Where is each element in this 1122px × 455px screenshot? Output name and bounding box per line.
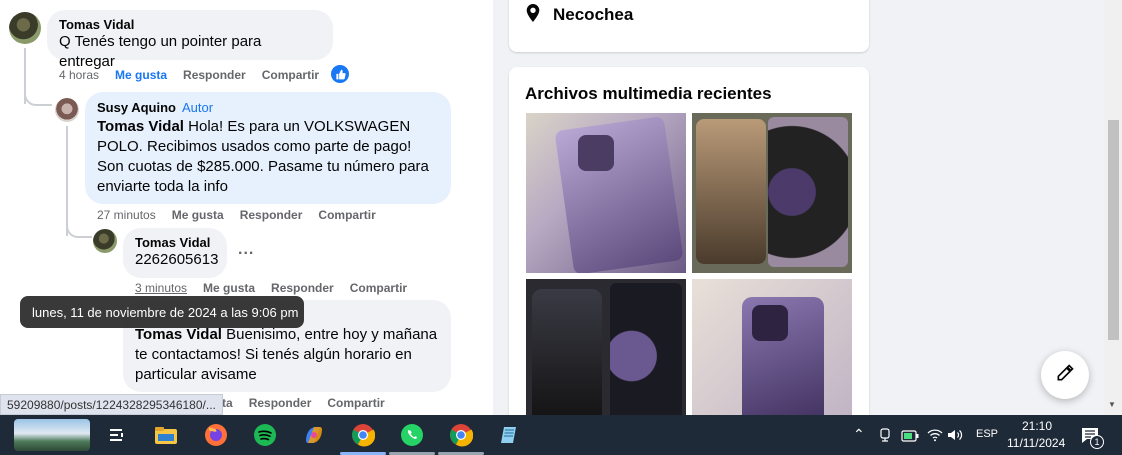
wifi-icon[interactable] (927, 428, 943, 447)
media-thumbnail[interactable] (526, 113, 686, 273)
comment-time[interactable]: 3 minutos (135, 281, 187, 295)
mention-link[interactable]: Tomas Vidal (97, 118, 184, 135)
battery-icon[interactable] (901, 429, 919, 447)
status-bar-url: 59209880/posts/1224328295346180/... (0, 394, 223, 415)
chrome-profile-icon[interactable] (445, 419, 477, 451)
comment-bubble: Susy Aquino Autor Tomas Vidal Hola! Es pa… (85, 92, 451, 204)
comment-text: Tomas Vidal Buenisimo, entre hoy y mañan… (135, 325, 439, 385)
notification-count-badge: 1 (1090, 435, 1104, 449)
share-button[interactable]: Compartir (327, 396, 384, 410)
share-button[interactable]: Compartir (350, 281, 407, 295)
notepad-icon[interactable] (494, 419, 526, 451)
chrome-icon[interactable] (347, 419, 379, 451)
author-badge: Autor (181, 100, 214, 115)
comment-time[interactable]: 27 minutos (97, 208, 156, 222)
comment-text: Q Tenés tengo un pointer para entregar (59, 33, 262, 70)
thumbs-up-icon (331, 65, 349, 83)
comment-bubble: Tomas Vidal Q Tenés tengo un pointer par… (47, 10, 333, 70)
like-button[interactable]: Me gusta (115, 68, 167, 82)
copilot-icon[interactable] (298, 419, 330, 451)
scroll-down-arrow[interactable]: ▼ (1108, 400, 1116, 409)
media-thumbnail[interactable] (692, 113, 852, 273)
reply-button[interactable]: Responder (249, 396, 312, 410)
input-language[interactable]: ESP (976, 428, 998, 440)
desktop-wallpaper-thumbnail[interactable] (14, 419, 90, 451)
location-card: Necochea (509, 0, 869, 52)
comment-author[interactable]: Susy Aquino (97, 100, 176, 115)
comment-author[interactable]: Tomas Vidal (59, 17, 321, 32)
compose-icon (1055, 363, 1075, 388)
clock-date[interactable]: 11/11/2024 (1007, 436, 1065, 450)
file-explorer-icon[interactable] (150, 419, 182, 451)
timestamp-tooltip: lunes, 11 de noviembre de 2024 a las 9:0… (20, 296, 304, 328)
comment-time[interactable]: 4 horas (59, 68, 99, 82)
comment-text: Tomas Vidal Hola! Es para un VOLKSWAGEN … (97, 117, 439, 197)
windows-taskbar: ⌃ ESP 21:10 11/11/2024 1 (0, 415, 1122, 455)
comments-pane: Tomas Vidal Q Tenés tengo un pointer par… (0, 0, 493, 415)
reply-button[interactable]: Responder (271, 281, 334, 295)
comment-actions: 4 horas Me gusta Responder Compartir (59, 68, 319, 82)
thread-line (66, 126, 68, 236)
avatar[interactable] (55, 98, 79, 122)
media-card: Archivos multimedia recientes (509, 67, 869, 429)
comment-author[interactable]: Tomas Vidal (135, 235, 215, 250)
avatar[interactable] (9, 12, 41, 44)
firefox-icon[interactable] (200, 419, 232, 451)
location-pin-icon (525, 4, 541, 27)
share-button[interactable]: Compartir (262, 68, 319, 82)
more-options-button[interactable]: ... (238, 241, 254, 259)
scrollbar-thumb[interactable] (1108, 120, 1119, 340)
comment-text: 2262605613 (135, 251, 219, 268)
location-name[interactable]: Necochea (553, 5, 633, 25)
new-message-button[interactable] (1041, 351, 1089, 399)
comment-actions: usta Responder Compartir (208, 396, 385, 410)
thread-connector (66, 224, 92, 238)
comment-actions: 27 minutos Me gusta Responder Compartir (97, 208, 376, 222)
reply-button[interactable]: Responder (240, 208, 303, 222)
spotify-icon[interactable] (249, 419, 281, 451)
phone-box-image (554, 116, 684, 273)
whatsapp-icon[interactable] (396, 419, 428, 451)
comment-actions: 3 minutos Me gusta Responder Compartir (135, 281, 407, 295)
avatar[interactable] (93, 229, 117, 253)
comment-bubble: Tomas Vidal 2262605613 (123, 228, 227, 278)
thread-connector (24, 92, 52, 106)
page-scrollbar[interactable]: ▼ (1104, 0, 1122, 415)
media-section-title[interactable]: Archivos multimedia recientes (525, 84, 772, 104)
mention-link[interactable]: Tomas Vidal (135, 326, 222, 343)
clock-time[interactable]: 21:10 (1022, 419, 1052, 433)
camera-mic-icon[interactable] (878, 428, 892, 447)
reply-button[interactable]: Responder (183, 68, 246, 82)
media-thumbnail[interactable] (526, 279, 686, 429)
media-thumbnail[interactable] (692, 279, 852, 429)
show-hidden-icons-chevron-icon[interactable]: ⌃ (853, 426, 865, 443)
task-view-icon[interactable] (100, 419, 132, 451)
like-button[interactable]: Me gusta (172, 208, 224, 222)
like-button[interactable]: Me gusta (203, 281, 255, 295)
share-button[interactable]: Compartir (318, 208, 375, 222)
volume-icon[interactable] (947, 428, 963, 447)
